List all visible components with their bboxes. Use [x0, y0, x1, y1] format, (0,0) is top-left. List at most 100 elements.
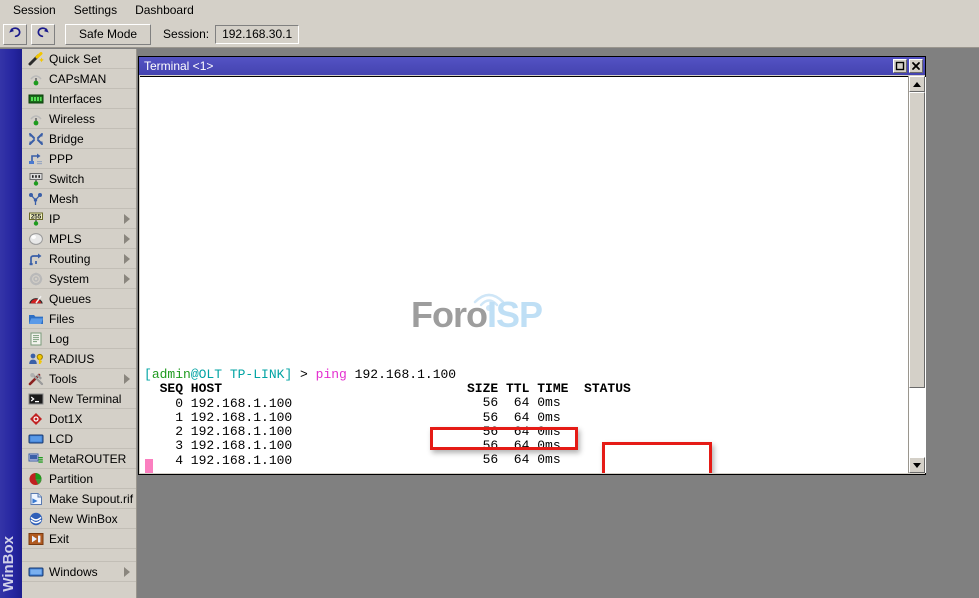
terminal-window: Terminal <1>: [138, 56, 926, 475]
sidebar-item-new-terminal[interactable]: New Terminal: [22, 389, 136, 409]
sidebar-item-dot1x[interactable]: Dot1X: [22, 409, 136, 429]
terminal-result-row-metrics: 56 64 0ms: [467, 411, 631, 425]
sidebar-item-label: Switch: [49, 172, 84, 186]
terminal-result-row: 4 192.168.1.100: [144, 454, 456, 468]
sidebar-item-lcd[interactable]: LCD: [22, 429, 136, 449]
prompt-caret: >: [292, 367, 315, 382]
antenna-icon: [28, 112, 44, 126]
terminal-canvas[interactable]: ForoISP [admin@OLT TP-LINK] > ping 192.1…: [140, 77, 909, 473]
sidebar-item-capsman[interactable]: CAPsMAN: [22, 69, 136, 89]
sidebar-item-label: Wireless: [49, 112, 95, 126]
session-address-field[interactable]: 192.168.30.1: [215, 25, 299, 44]
prompt-host: @OLT TP-LINK]: [191, 367, 292, 382]
maximize-button[interactable]: [893, 59, 907, 73]
terminal-result-row: 3 192.168.1.100: [144, 439, 456, 453]
close-button[interactable]: [909, 59, 923, 73]
sidebar-item-files[interactable]: Files: [22, 309, 136, 329]
sidebar-item-make-supout-rif[interactable]: Make Supout.rif: [22, 489, 136, 509]
bridge-icon: [28, 132, 44, 146]
window-controls: [893, 59, 923, 73]
sidebar-item-partition[interactable]: Partition: [22, 469, 136, 489]
sidebar-item-wireless[interactable]: Wireless: [22, 109, 136, 129]
sidebar-item-routing[interactable]: Routing: [22, 249, 136, 269]
sidebar-item-queues[interactable]: Queues: [22, 289, 136, 309]
redo-button[interactable]: [31, 24, 55, 45]
sidebar-item-mpls[interactable]: MPLS: [22, 229, 136, 249]
lcd-icon: [28, 432, 44, 446]
scroll-down-icon: [913, 463, 921, 468]
sidebar-item-metarouter[interactable]: MetaROUTER: [22, 449, 136, 469]
sidebar-item-label: Routing: [49, 252, 90, 266]
safe-mode-button[interactable]: Safe Mode: [65, 24, 151, 45]
sidebar-item-ppp[interactable]: PPP: [22, 149, 136, 169]
routing-icon: [28, 252, 44, 266]
sidebar-item-label: Quick Set: [49, 52, 101, 66]
terminal-scrollbar[interactable]: [908, 76, 924, 473]
sidebar-item-label: New Terminal: [49, 392, 121, 406]
sidebar-item-quick-set[interactable]: Quick Set: [22, 49, 136, 69]
terminal-command: ping: [316, 367, 347, 382]
session-label: Session:: [163, 27, 209, 41]
undo-button[interactable]: [3, 24, 27, 45]
sidebar-item-label: Dot1X: [49, 412, 82, 426]
sidebar-item-system[interactable]: System: [22, 269, 136, 289]
dot1x-icon: [28, 412, 44, 426]
sidebar-item-label: Files: [49, 312, 74, 326]
sidebar-item-label: PPP: [49, 152, 73, 166]
undo-arrow-icon: [8, 26, 22, 42]
terminal-result-row-metrics: 56 64 0ms: [467, 439, 631, 453]
ip-icon: 255: [28, 212, 44, 226]
sidebar-item-label: Make Supout.rif: [49, 492, 133, 506]
terminal-title-bar[interactable]: Terminal <1>: [139, 57, 925, 75]
sidebar-item-label: New WinBox: [49, 512, 118, 526]
sidebar-item-log[interactable]: Log: [22, 329, 136, 349]
terminal-table-header-left: SEQ HOST: [144, 382, 456, 396]
sidebar-menu: Quick Set CAPsMANInterfaces Wireless Bridge…: [22, 49, 137, 598]
antenna-icon: [28, 72, 44, 86]
chevron-right-icon: [124, 374, 130, 384]
sidebar-item-bridge[interactable]: Bridge: [22, 129, 136, 149]
sidebar-item-label: Queues: [49, 292, 91, 306]
sidebar-item-ip[interactable]: 255IP: [22, 209, 136, 229]
sidebar-item-label: Log: [49, 332, 69, 346]
terminal-cursor: [145, 459, 153, 473]
maximize-icon: [895, 61, 905, 71]
terminal-prompt-line: [admin@OLT TP-LINK] > ping 192.168.1.100: [144, 368, 456, 382]
terminal-output-left: [admin@OLT TP-LINK] > ping 192.168.1.100…: [144, 368, 456, 468]
menu-item-dashboard[interactable]: Dashboard: [126, 1, 203, 19]
menu-bar: Session Settings Dashboard: [0, 0, 979, 21]
scroll-up-button[interactable]: [909, 76, 925, 92]
terminal-result-row-metrics: 56 64 0ms: [467, 425, 631, 439]
supout-icon: [28, 492, 44, 506]
watermark-text: ForoISP: [411, 294, 542, 336]
sidebar-item-exit[interactable]: Exit: [22, 529, 136, 549]
folder-icon: [28, 312, 44, 326]
mesh-icon: [28, 192, 44, 206]
winbox-strip-label: WinBox: [0, 536, 22, 592]
sidebar-item-radius[interactable]: RADIUS: [22, 349, 136, 369]
sidebar-separator: [22, 549, 136, 562]
terminal-table-header-right: SIZE TTL TIME STATUS: [467, 382, 631, 396]
menu-item-settings[interactable]: Settings: [65, 1, 126, 19]
sidebar-item-switch[interactable]: Switch: [22, 169, 136, 189]
menu-item-session[interactable]: Session: [4, 1, 65, 19]
prompt-user: admin: [152, 367, 191, 382]
mpls-icon: [28, 232, 44, 246]
sidebar-item-tools[interactable]: Tools: [22, 369, 136, 389]
chevron-right-icon: [124, 567, 130, 577]
sidebar-item-new-winbox[interactable]: New WinBox: [22, 509, 136, 529]
scrollbar-thumb[interactable]: [909, 92, 925, 388]
sidebar-item-windows[interactable]: Windows: [22, 562, 136, 582]
scroll-down-button[interactable]: [909, 457, 925, 473]
sidebar-item-label: MPLS: [49, 232, 82, 246]
queues-icon: [28, 292, 44, 306]
sidebar-item-mesh[interactable]: Mesh: [22, 189, 136, 209]
terminal-body[interactable]: ForoISP [admin@OLT TP-LINK] > ping 192.1…: [140, 76, 926, 473]
sidebar-item-label: Partition: [49, 472, 93, 486]
sidebar-item-interfaces[interactable]: Interfaces: [22, 89, 136, 109]
chevron-right-icon: [124, 214, 130, 224]
sidebar-item-label: Mesh: [49, 192, 78, 206]
terminal-result-row: 0 192.168.1.100: [144, 397, 456, 411]
scrollbar-track[interactable]: [909, 92, 925, 457]
sidebar-item-label: System: [49, 272, 89, 286]
